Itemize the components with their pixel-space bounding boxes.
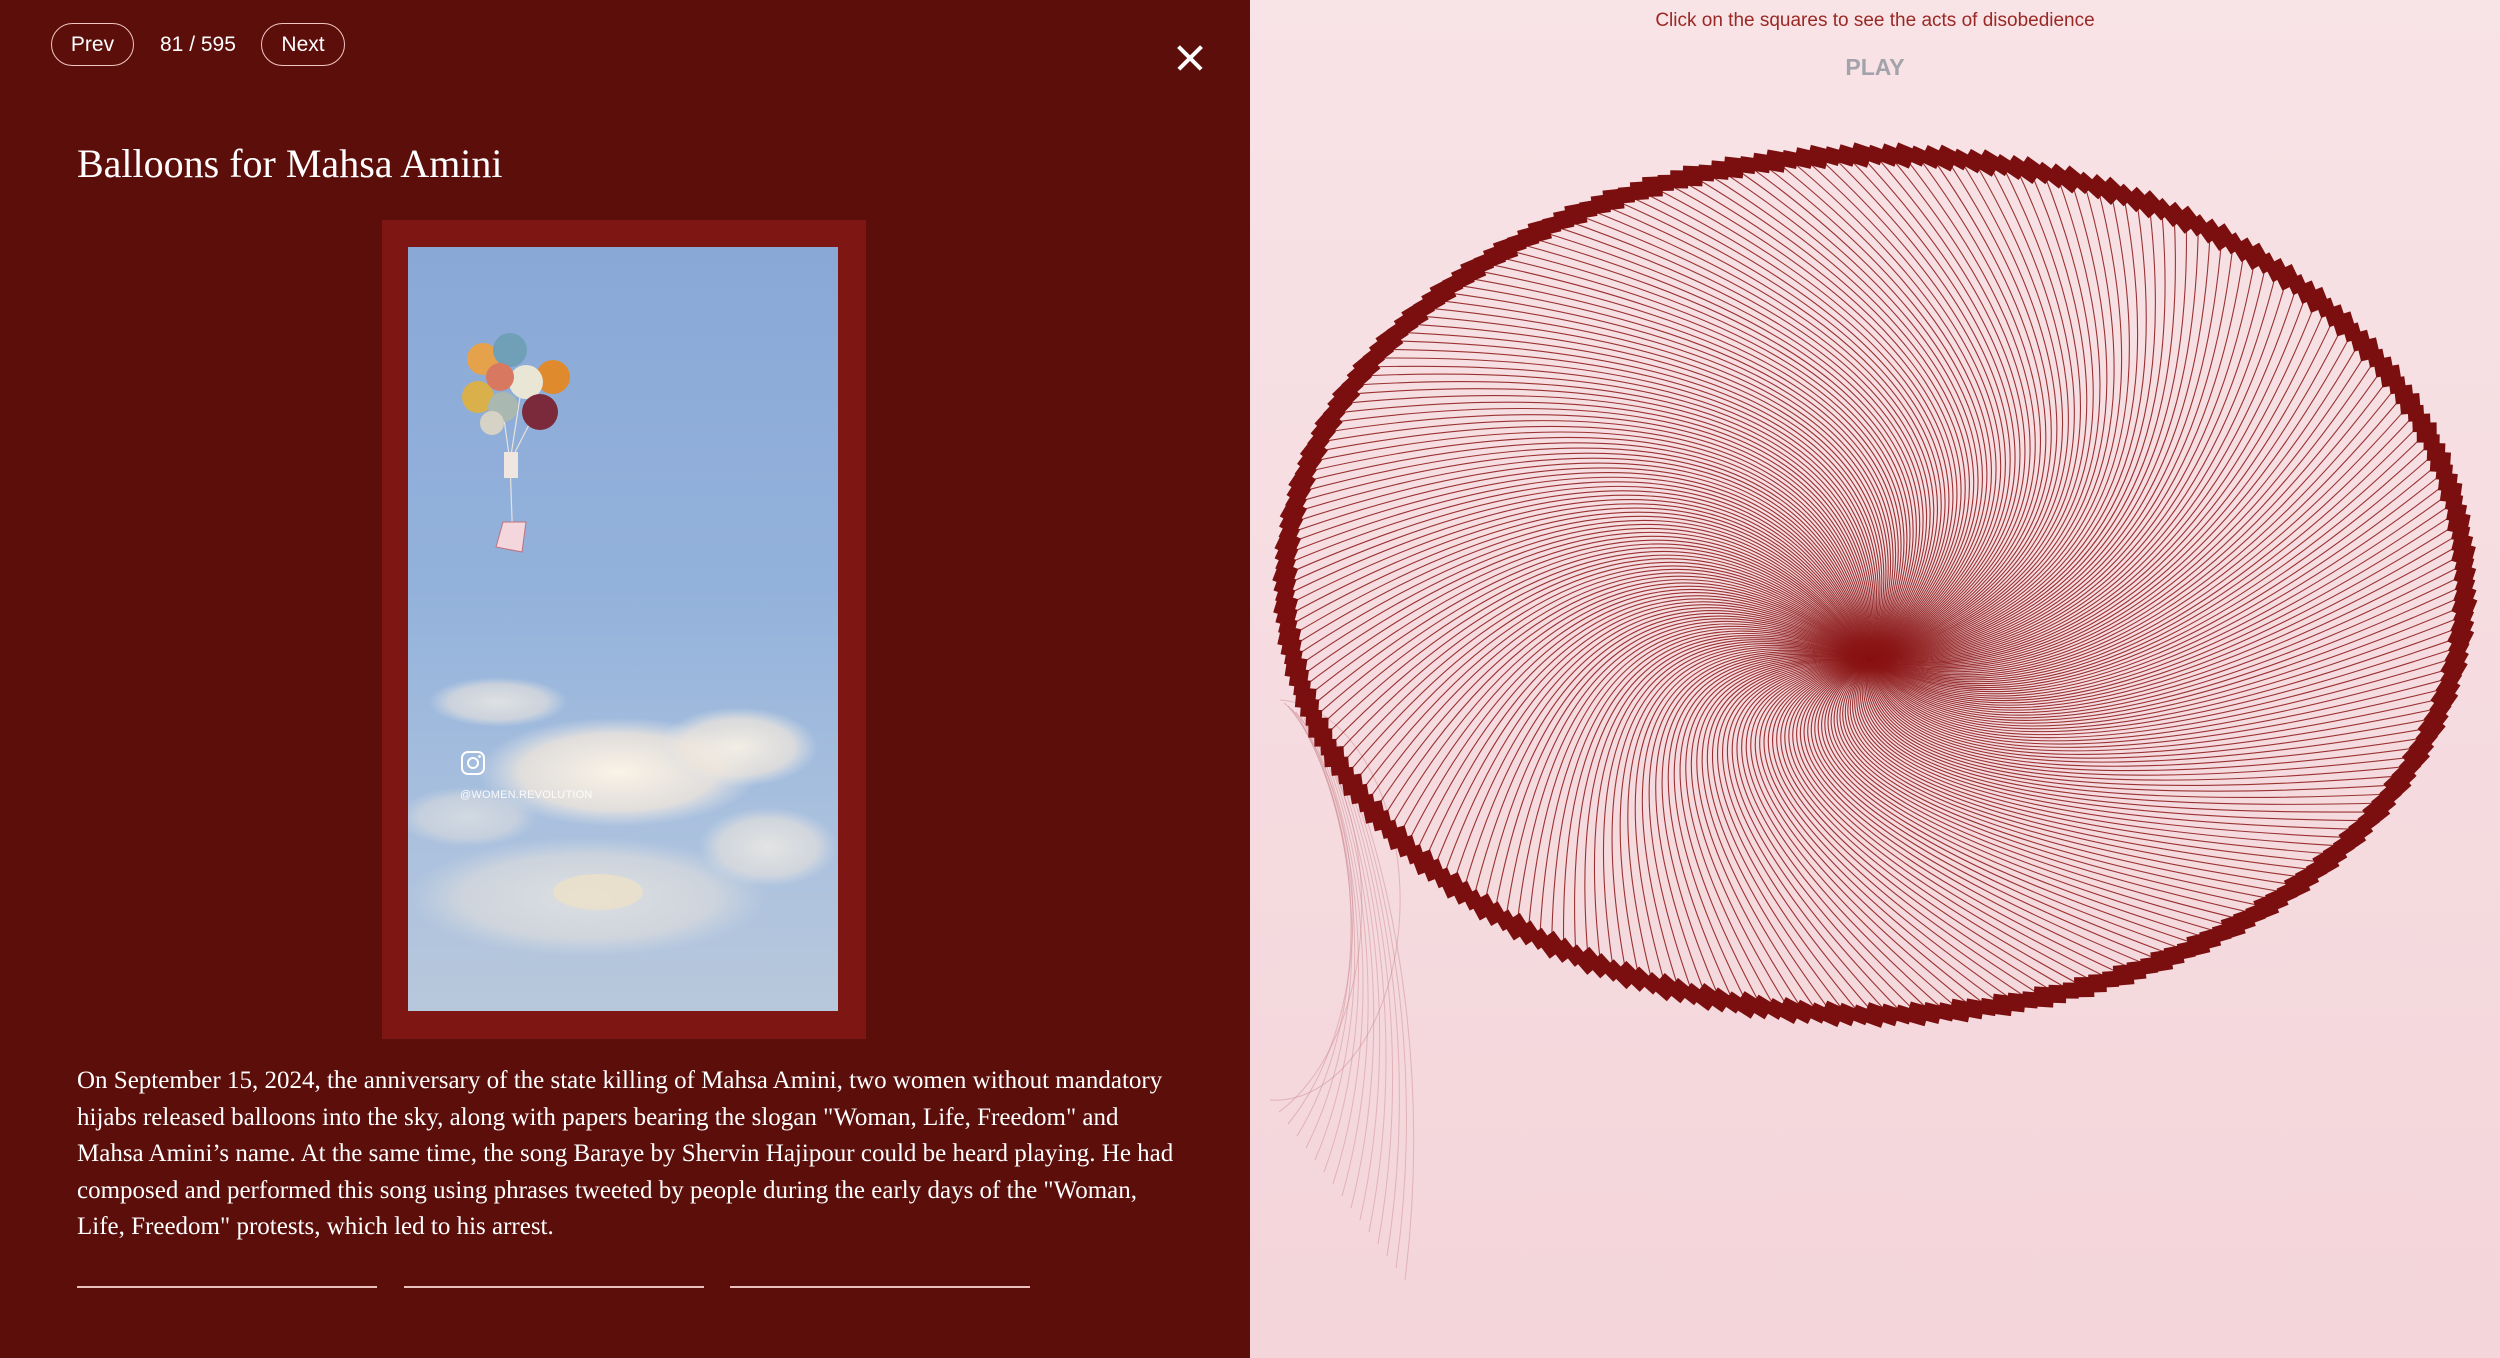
spiral-line [1863, 659, 2369, 822]
divider [77, 1286, 377, 1288]
divider [730, 1286, 1030, 1288]
background-lines [1269, 699, 1415, 1281]
spiral-line [1869, 243, 2234, 661]
prev-button[interactable]: Prev [51, 23, 134, 66]
detail-panel: Prev 81 / 595 Next Balloons for Mahsa Am… [0, 0, 1250, 1358]
background-arc [1278, 702, 1363, 1113]
media-frame: @WOMEN.REVOLUTION [382, 220, 866, 1039]
spiral-line [1284, 494, 1871, 661]
spiral-line [1869, 154, 2031, 661]
spiral-line [1726, 659, 1890, 1016]
item-counter: 81 / 595 [160, 33, 236, 56]
disobedience-visualization: Click on the squares to see the acts of … [1250, 0, 2500, 1358]
next-button[interactable]: Next [261, 23, 345, 66]
instagram-icon [461, 751, 485, 775]
spiral-line [1334, 401, 1872, 661]
spiral-graphic [1269, 142, 2478, 1281]
divider [404, 1286, 704, 1288]
spiral-line [1824, 659, 2211, 940]
media-image [408, 333, 838, 957]
spiral-line [1869, 563, 2465, 714]
instruction-text: Click on the squares to see the acts of … [1655, 10, 2095, 31]
spiral-line [1339, 561, 1871, 767]
media-watermark: @WOMEN.REVOLUTION [460, 789, 593, 801]
spiral-line [1667, 654, 1871, 1003]
entry-title: Balloons for Mahsa Amini [77, 141, 503, 186]
media-video[interactable]: @WOMEN.REVOLUTION [408, 247, 838, 1011]
entry-description: On September 15, 2024, the anniversary o… [77, 1067, 1174, 1240]
play-button[interactable]: PLAY [1775, 54, 1975, 81]
spiral-line [1516, 242, 1914, 661]
close-icon[interactable] [1170, 38, 1210, 78]
spiral-line [1619, 645, 1871, 980]
balloons [462, 333, 570, 553]
